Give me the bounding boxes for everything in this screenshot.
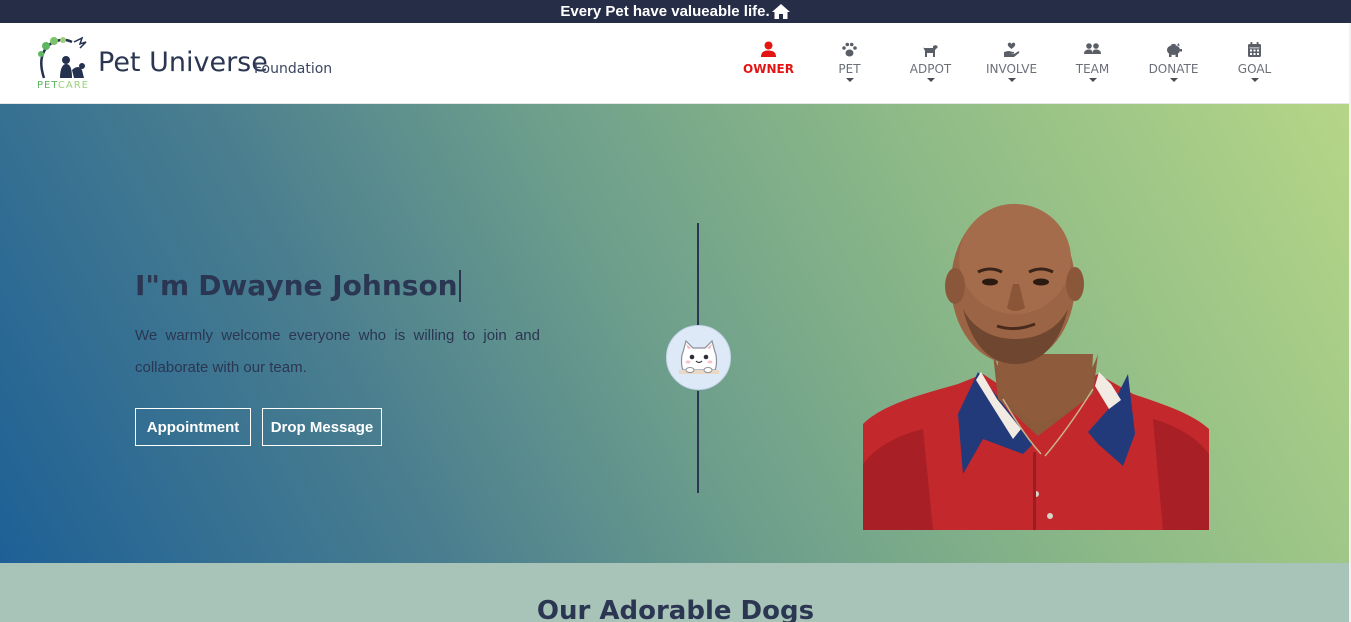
nav-item-adpot[interactable]: ADPOT [890,41,971,89]
nav-item-pet[interactable]: PET [809,41,890,89]
nav-label-donate: DONATE [1148,62,1199,76]
home-icon [771,4,790,19]
nav-label-goal: GOAL [1237,62,1272,76]
hero-description: We warmly welcome everyone who is willin… [135,327,540,376]
brand-name[interactable]: Pet Universe [98,47,268,78]
nav-label-adpot: ADPOT [909,62,952,76]
announcement-bar: Every Pet have valueable life. [0,0,1351,23]
chevron-down-icon [845,78,854,82]
vertical-divider-bottom [697,391,699,493]
nav-item-goal[interactable]: GOAL [1214,41,1295,89]
nav-label-pet: PET [838,62,861,76]
nav-item-team[interactable]: TEAM [1052,41,1133,89]
cat-badge [666,325,731,390]
hero-title-name: Dwayne Johnson [198,269,458,302]
chevron-down-icon [1169,78,1178,82]
main-nav: OWNER PET ADPOT INVOLVE TEAM DONATE GOAL [728,41,1295,89]
nav-label-owner: OWNER [743,62,794,76]
nav-item-involve[interactable]: INVOLVE [971,41,1052,89]
vertical-divider-top [697,223,699,326]
pet-care-logo[interactable]: PETCARE [36,36,96,92]
profile-portrait [863,204,1209,530]
chevron-down-icon [926,78,935,82]
nav-label-team: TEAM [1075,62,1110,76]
dog-icon [923,45,938,57]
paw-icon [842,42,857,57]
dogs-section: Our Adorable Dogs [0,563,1351,622]
site-header: PETCARE Pet Universe Foundation OWNER PE… [0,23,1351,104]
chevron-down-icon [1250,78,1259,82]
piggy-bank-icon [1167,43,1182,57]
drop-message-button[interactable]: Drop Message [262,408,382,446]
typing-cursor [458,269,461,302]
nav-item-owner[interactable]: OWNER [728,41,809,89]
logo-tree-icon [38,36,87,79]
users-icon [1084,43,1101,54]
cat-icon [678,339,719,374]
user-icon [761,41,776,57]
hero-title: I"m Dwayne Johnson [135,269,461,302]
brand-subtitle: Foundation [254,61,333,77]
announcement-text: Every Pet have valueable life. [560,3,770,20]
hand-heart-icon [1004,42,1020,57]
logo-text: PETCARE [37,80,89,91]
nav-item-donate[interactable]: DONATE [1133,41,1214,89]
nav-label-involve: INVOLVE [985,62,1038,76]
calendar-icon [1248,42,1261,57]
hero-section: I"m Dwayne Johnson We warmly welcome eve… [0,104,1351,563]
chevron-down-icon [1007,78,1016,82]
section-title: Our Adorable Dogs [536,596,815,622]
logo-text-care: CARE [57,80,89,91]
appointment-button[interactable]: Appointment [135,408,251,446]
chevron-down-icon [1088,78,1097,82]
hero-title-prefix: I"m [135,269,190,302]
logo-text-pet: PET [37,80,58,91]
